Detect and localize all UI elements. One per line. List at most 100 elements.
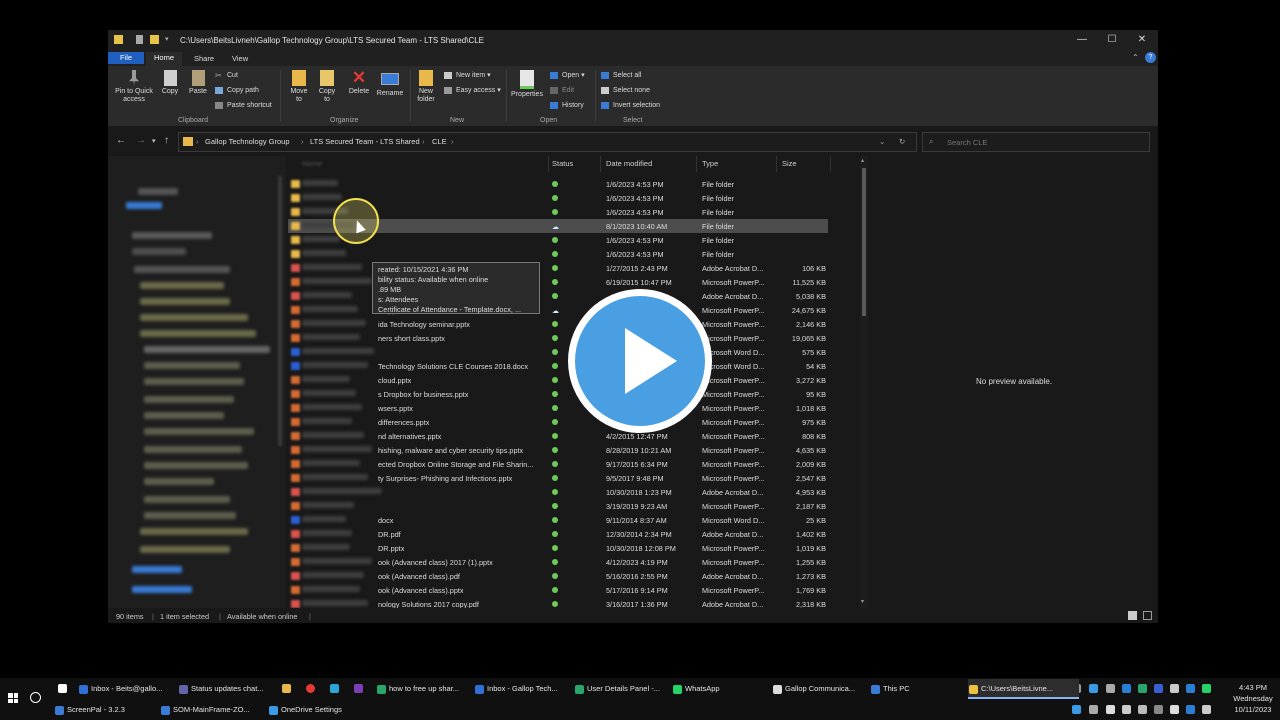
move-to-button[interactable]: Move to xyxy=(287,70,311,104)
onenote-pin-icon[interactable] xyxy=(354,684,363,693)
tray-icon[interactable] xyxy=(1106,684,1115,693)
column-divider[interactable] xyxy=(830,156,831,172)
nav-item[interactable] xyxy=(140,546,230,553)
nav-item[interactable] xyxy=(140,282,224,289)
file-row[interactable]: Microsoft Word D... 575 KB xyxy=(288,345,828,359)
tray-icon[interactable] xyxy=(1138,705,1147,714)
taskbar-window-button[interactable]: OneDrive Settings xyxy=(268,700,381,720)
column-divider[interactable] xyxy=(776,156,777,172)
up-arrow-icon[interactable]: ↑ xyxy=(164,135,169,146)
copy-to-button[interactable]: Copy to xyxy=(315,70,339,104)
nav-item[interactable] xyxy=(144,378,244,385)
nav-item[interactable] xyxy=(126,202,162,209)
file-row[interactable]: ty Surprises- Phishing and Infections.pp… xyxy=(288,471,828,485)
customize-quick-access-icon[interactable]: ▾ xyxy=(165,35,169,43)
tray-icon[interactable] xyxy=(1138,684,1147,693)
file-row[interactable]: ners short class.pptx Microsoft PowerP...… xyxy=(288,331,828,345)
nav-item[interactable] xyxy=(144,512,236,519)
rename-button[interactable]: Rename xyxy=(375,70,405,98)
copy-button[interactable]: Copy xyxy=(158,70,182,96)
file-row[interactable]: wsers.pptx Microsoft PowerP... 1,018 KB xyxy=(288,401,828,415)
taskbar-window-button[interactable]: SOM-MainFrame-ZO... xyxy=(160,700,275,720)
help-icon[interactable]: ? xyxy=(1145,52,1156,63)
paste-shortcut-button[interactable]: Paste shortcut xyxy=(215,100,272,111)
opera-pin-icon[interactable] xyxy=(306,684,315,693)
column-header-type[interactable]: Type xyxy=(702,159,718,168)
delete-button[interactable]: ✕ Delete xyxy=(346,69,372,96)
file-row[interactable]: DR.pdf 12/30/2014 2:34 PM Adobe Acrobat D.… xyxy=(288,527,828,541)
nav-item[interactable] xyxy=(144,396,234,403)
file-row[interactable]: docx 9/11/2014 8:37 AM Microsoft Word D...… xyxy=(288,513,828,527)
taskbar-clock[interactable]: 4:43 PM Wednesday 10/11/2023 xyxy=(1226,682,1280,715)
file-explorer-pin-icon[interactable] xyxy=(282,684,291,693)
edit-button[interactable]: Edit xyxy=(550,85,574,96)
search-circle-icon[interactable] xyxy=(30,692,41,703)
history-button[interactable]: History xyxy=(550,100,584,111)
nav-item[interactable] xyxy=(144,428,254,435)
column-header-name[interactable]: Name xyxy=(302,159,322,168)
large-icons-view-icon[interactable] xyxy=(1143,611,1152,620)
store-pin-icon[interactable] xyxy=(330,684,339,693)
tray-icon[interactable] xyxy=(1154,705,1163,714)
forward-arrow-icon[interactable]: → xyxy=(136,135,146,146)
tray-icon[interactable] xyxy=(1154,684,1163,693)
tray-icon[interactable] xyxy=(1122,684,1131,693)
nav-item[interactable] xyxy=(144,496,230,503)
scroll-down-icon[interactable]: ▾ xyxy=(861,598,864,605)
tray-icon[interactable] xyxy=(1089,684,1098,693)
file-row[interactable]: Technology Solutions CLE Courses 2018.do… xyxy=(288,359,828,373)
nav-item[interactable] xyxy=(144,346,270,353)
tray-icon[interactable] xyxy=(1089,705,1098,714)
network-icon[interactable] xyxy=(1122,705,1131,714)
nav-scrollbar[interactable] xyxy=(278,176,282,446)
wifi-icon[interactable] xyxy=(1170,705,1179,714)
breadcrumb-separator-icon[interactable]: › xyxy=(196,137,199,146)
file-row[interactable]: nd alternatives.pptx 4/2/2015 12:47 PM Mic… xyxy=(288,429,828,443)
properties-button[interactable]: Properties xyxy=(510,70,544,99)
tab-home[interactable]: Home xyxy=(146,52,182,66)
tray-icon[interactable] xyxy=(1186,684,1195,693)
column-divider[interactable] xyxy=(548,156,549,172)
properties-quick-icon[interactable] xyxy=(136,35,143,44)
open-button[interactable]: Open ▾ xyxy=(550,70,585,81)
nav-item[interactable] xyxy=(132,248,186,255)
nav-item[interactable] xyxy=(144,446,242,453)
taskbar-window-button[interactable]: Inbox - Beits@gallo... xyxy=(78,679,189,699)
nav-item[interactable] xyxy=(132,586,192,593)
nav-item[interactable] xyxy=(140,298,230,305)
address-bar[interactable]: › Gallop Technology Group › LTS Secured … xyxy=(178,132,917,152)
recent-locations-chevron-icon[interactable]: ▾ xyxy=(152,137,156,145)
paste-button[interactable]: Paste xyxy=(185,70,211,96)
column-header-status[interactable]: Status xyxy=(552,159,573,168)
breadcrumb-separator-icon[interactable]: › xyxy=(422,137,425,146)
file-row[interactable]: ook (Advanced class).pptx 5/17/2016 9:14 … xyxy=(288,583,828,597)
file-row[interactable]: 21.pdfAdobe Acrobat D...5,038 KB xyxy=(288,289,828,303)
back-arrow-icon[interactable]: ← xyxy=(116,135,126,146)
tray-icon[interactable] xyxy=(1202,684,1211,693)
nav-item[interactable] xyxy=(132,232,212,239)
file-row[interactable]: 1/27/2015 2:43 PM Adobe Acrobat D... 106 K… xyxy=(288,261,828,275)
taskbar-window-button[interactable]: ScreenPal - 3.2.3 xyxy=(54,700,167,720)
minimize-button[interactable]: — xyxy=(1074,34,1090,45)
tray-icon[interactable] xyxy=(1072,705,1081,714)
file-row[interactable]: 10/30/2018 1:23 PM Adobe Acrobat D... 4,95… xyxy=(288,485,828,499)
file-row[interactable]: 6/19/2015 10:47 PM Microsoft PowerP... 11,… xyxy=(288,275,828,289)
nav-item[interactable] xyxy=(140,330,256,337)
maximize-button[interactable]: ☐ xyxy=(1104,34,1120,45)
tray-icon[interactable] xyxy=(1106,705,1115,714)
taskbar-window-button[interactable]: Status updates chat... xyxy=(178,679,283,699)
nav-item[interactable] xyxy=(134,266,230,273)
breadcrumb-lts-shared[interactable]: LTS Secured Team - LTS Shared xyxy=(310,137,420,146)
app-pin-icon[interactable] xyxy=(58,684,67,693)
taskbar-window-button[interactable]: Inbox - Gallop Tech... xyxy=(474,679,581,699)
nav-item[interactable] xyxy=(144,362,240,369)
volume-icon[interactable] xyxy=(1202,705,1211,714)
details-view-icon[interactable] xyxy=(1128,611,1137,620)
file-row[interactable]: nology Solutions 2017 copy.pdf 3/16/2017 … xyxy=(288,597,828,608)
scrollbar-thumb[interactable] xyxy=(862,168,866,316)
nav-item[interactable] xyxy=(144,462,248,469)
taskbar-window-button[interactable]: User Details Panel -... xyxy=(574,679,681,699)
nav-item[interactable] xyxy=(144,478,214,485)
column-divider[interactable] xyxy=(696,156,697,172)
breadcrumb-separator-icon[interactable]: › xyxy=(451,137,454,146)
